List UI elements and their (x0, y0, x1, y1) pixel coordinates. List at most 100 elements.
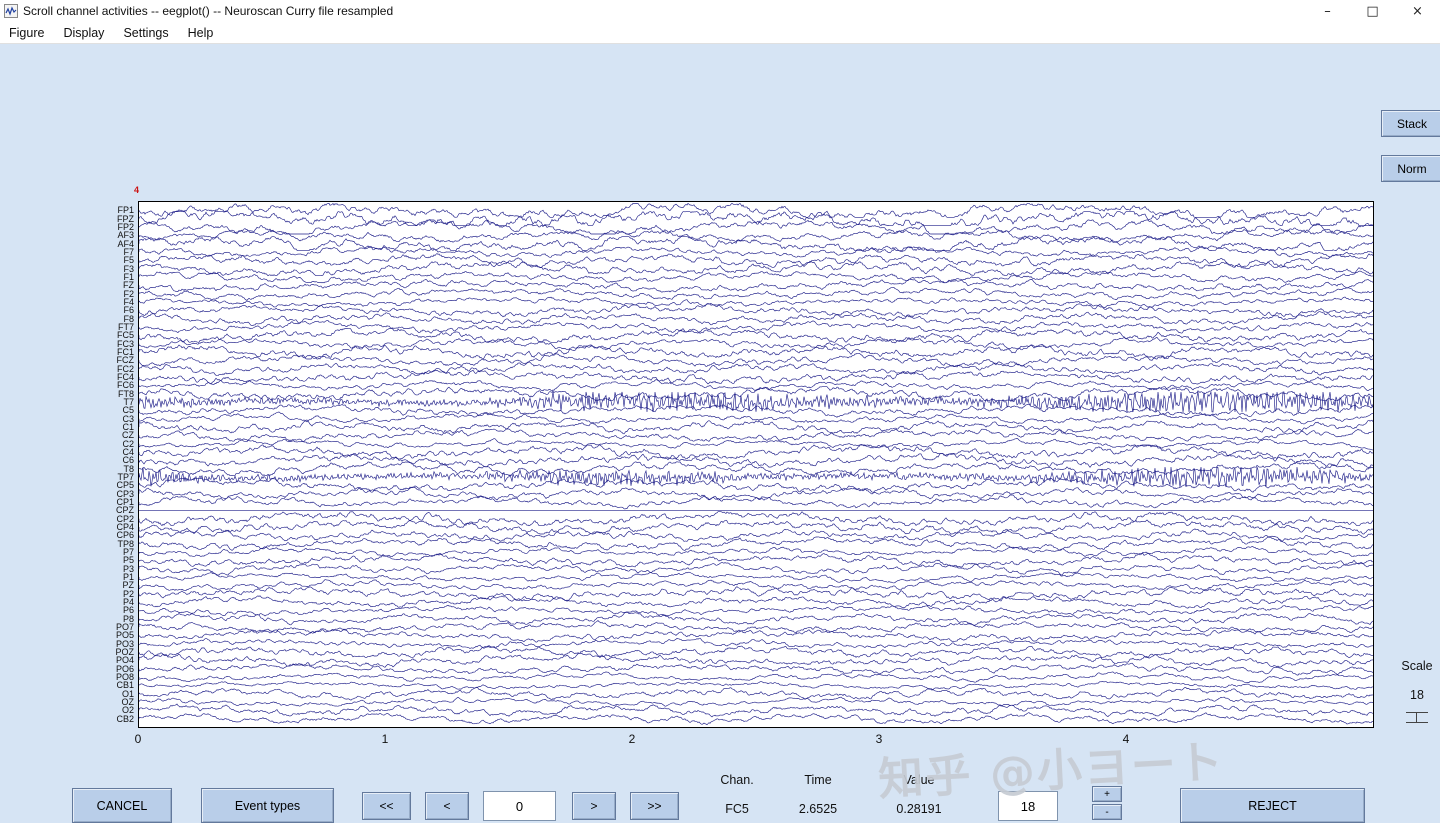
eeg-trace-CP6[interactable] (139, 528, 1373, 542)
channel-label-T8: T8 (123, 463, 134, 474)
channel-label-FC2: FC2 (116, 363, 134, 374)
channel-label-O2: O2 (121, 705, 134, 716)
channel-label-AF4: AF4 (117, 238, 134, 249)
channel-label-P6: P6 (122, 605, 134, 616)
channel-label-PO8: PO8 (115, 672, 134, 682)
reject-button[interactable]: REJECT (1180, 788, 1365, 823)
event-marker-label: 4 (134, 185, 140, 195)
channel-label-C5: C5 (122, 405, 134, 416)
channel-label-PO3: PO3 (115, 638, 134, 649)
channel-label-FP1: FP1 (117, 205, 134, 216)
maximize-icon[interactable]: □ (1350, 0, 1395, 22)
eeg-trace-FPZ[interactable] (139, 211, 1373, 227)
eeg-trace-POZ[interactable] (139, 645, 1373, 659)
channel-label-P4: P4 (122, 597, 134, 607)
eeg-trace-P3[interactable] (139, 562, 1373, 576)
eeg-plot-canvas[interactable] (139, 202, 1373, 727)
eeg-trace-P2[interactable] (139, 586, 1373, 602)
channel-label-TP7: TP7 (117, 472, 134, 482)
channel-label-PO4: PO4 (115, 655, 134, 666)
eeg-trace-TP7[interactable] (139, 466, 1373, 488)
eeg-trace-F2[interactable] (139, 287, 1373, 301)
channel-label-CP1: CP1 (116, 497, 134, 507)
eeg-trace-F4[interactable] (139, 296, 1373, 309)
eeg-trace-TP8[interactable] (139, 536, 1373, 551)
channel-label-FZ: FZ (123, 280, 134, 291)
x-tick-2: 2 (628, 732, 636, 746)
app-icon (4, 4, 18, 18)
eeg-trace-FC2[interactable] (139, 361, 1373, 377)
channel-label-TP8: TP8 (117, 538, 134, 549)
event-types-button[interactable]: Event types (201, 788, 334, 823)
eeg-trace-FZ[interactable] (139, 278, 1373, 293)
channel-label-P5: P5 (122, 555, 134, 566)
eeg-trace-CZ[interactable] (139, 428, 1373, 443)
eeg-trace-PO8[interactable] (139, 671, 1373, 684)
channel-label-FP2: FP2 (117, 222, 134, 232)
eeg-trace-FC3[interactable] (139, 336, 1373, 350)
channel-label-OZ: OZ (121, 697, 135, 707)
eeg-trace-C1[interactable] (139, 419, 1373, 435)
eeg-trace-P4[interactable] (139, 595, 1373, 609)
scale-value: 18 (1410, 688, 1424, 702)
eeg-trace-FC4[interactable] (139, 369, 1373, 385)
eeg-trace-FC1[interactable] (139, 344, 1373, 360)
norm-button[interactable]: Norm (1381, 155, 1440, 182)
minimize-icon[interactable]: – (1305, 0, 1350, 22)
channel-label-C2: C2 (122, 438, 134, 449)
eeg-trace-O2[interactable] (139, 703, 1373, 718)
eeg-trace-O1[interactable] (139, 686, 1373, 701)
scale-increase-button[interactable]: + (1092, 786, 1122, 802)
eeg-trace-F7[interactable] (139, 245, 1373, 258)
eeg-trace-P1[interactable] (139, 571, 1373, 584)
close-icon[interactable]: × (1395, 0, 1440, 22)
channel-label-FC3: FC3 (116, 338, 134, 349)
eeg-trace-AF4[interactable] (139, 236, 1373, 252)
channel-label-CP4: CP4 (116, 522, 134, 532)
stack-button[interactable]: Stack (1381, 110, 1440, 137)
eeg-trace-P5[interactable] (139, 552, 1373, 568)
scale-input[interactable]: 18 (998, 791, 1058, 821)
eeg-trace-PO3[interactable] (139, 637, 1373, 650)
channel-label-CP3: CP3 (116, 488, 134, 499)
eeg-trace-T8[interactable] (139, 461, 1373, 477)
eeg-trace-FP1[interactable] (139, 202, 1373, 218)
backward-button[interactable]: < (425, 792, 469, 820)
eeg-trace-P6[interactable] (139, 604, 1373, 617)
eeg-trace-PZ[interactable] (139, 579, 1373, 591)
menu-item-settings[interactable]: Settings (123, 26, 168, 40)
channel-label-FC1: FC1 (116, 347, 134, 357)
eeg-trace-PO7[interactable] (139, 620, 1373, 634)
chan-readout-value: FC5 (725, 802, 749, 816)
menu-item-help[interactable]: Help (188, 26, 214, 40)
eeg-trace-F8[interactable] (139, 311, 1373, 327)
channel-label-P3: P3 (122, 563, 134, 574)
eeg-trace-CB2[interactable] (139, 712, 1373, 726)
value-readout-value: 0.28191 (896, 802, 942, 816)
eeg-trace-PO4[interactable] (139, 652, 1373, 668)
fast-backward-button[interactable]: << (362, 792, 411, 820)
eeg-trace-F5[interactable] (139, 253, 1373, 268)
cancel-button[interactable]: CANCEL (72, 788, 172, 823)
eeg-trace-F6[interactable] (139, 302, 1373, 318)
eeg-trace-P7[interactable] (139, 546, 1373, 558)
position-input[interactable]: 0 (483, 791, 556, 821)
menu-item-display[interactable]: Display (63, 26, 104, 40)
eeg-trace-CP5[interactable] (139, 477, 1373, 493)
window-controls: – □ × (1305, 0, 1440, 22)
eeg-trace-P8[interactable] (139, 611, 1373, 626)
menu-item-figure[interactable]: Figure (9, 26, 44, 40)
time-readout-label: Time (804, 773, 832, 787)
channel-label-F5: F5 (123, 255, 134, 266)
eeg-trace-CP4[interactable] (139, 519, 1373, 535)
eeg-trace-OZ[interactable] (139, 696, 1373, 707)
eeg-trace-T7[interactable] (139, 391, 1373, 413)
channel-label-F4: F4 (123, 297, 134, 307)
eeg-plot-area[interactable] (138, 201, 1374, 728)
scale-ibeam-icon (1404, 712, 1430, 723)
fast-forward-button[interactable]: >> (630, 792, 679, 820)
channel-label-F6: F6 (123, 305, 134, 316)
forward-button[interactable]: > (572, 792, 616, 820)
scale-decrease-button[interactable]: - (1092, 804, 1122, 820)
eeg-trace-C2[interactable] (139, 438, 1373, 451)
